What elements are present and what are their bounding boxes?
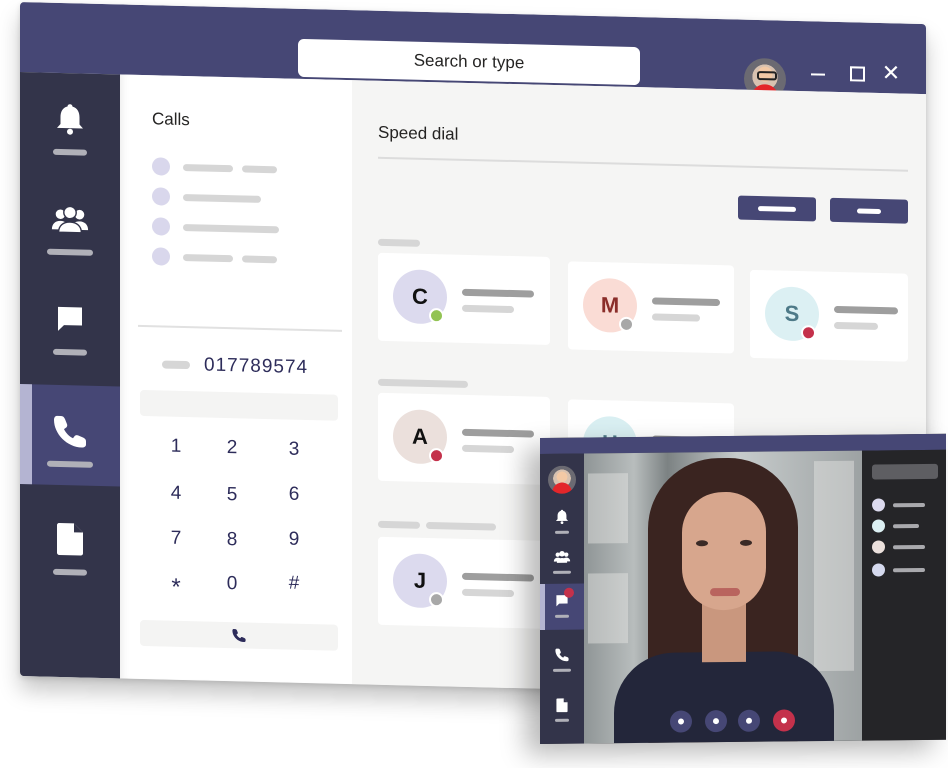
video-feed <box>584 450 862 744</box>
file-icon <box>553 696 571 714</box>
recent-call-item[interactable] <box>152 217 288 238</box>
user-avatar[interactable] <box>548 465 576 494</box>
calls-panel: Calls 017789574 1 2 3 4 5 6 7 8 9 * 0 # <box>120 74 352 685</box>
dialed-number: 017789574 <box>204 354 309 379</box>
sidebar-item-teams[interactable] <box>20 172 120 274</box>
speed-dial-card[interactable]: S <box>750 269 908 362</box>
contact-avatar <box>152 157 170 176</box>
search-input[interactable]: Search or type <box>298 38 640 86</box>
dial-key[interactable]: 6 <box>274 483 314 506</box>
sidebar-item-teams[interactable] <box>540 540 584 586</box>
contact-avatar <box>152 187 170 206</box>
sidebar-item-chat[interactable] <box>540 583 584 630</box>
speed-dial-card[interactable]: A <box>378 392 550 485</box>
sidebar-item-label <box>53 568 87 576</box>
presence-busy-icon <box>429 447 444 464</box>
phone-icon <box>232 629 246 643</box>
notification-badge <box>564 587 574 598</box>
presence-busy-icon <box>801 325 816 341</box>
phone-icon <box>50 413 90 450</box>
calls-title: Calls <box>152 109 190 130</box>
dial-key[interactable]: 0 <box>212 573 252 596</box>
dial-display: 017789574 <box>162 353 308 379</box>
contact-avatar <box>152 247 170 266</box>
sidebar-item-files[interactable] <box>540 688 584 734</box>
dial-key[interactable]: 4 <box>156 482 196 505</box>
section-label <box>378 231 420 251</box>
divider <box>138 324 342 332</box>
roster-header <box>872 463 938 480</box>
share-button[interactable] <box>738 709 760 732</box>
sidebar-item-activity[interactable] <box>20 72 120 174</box>
speed-dial-card[interactable]: C <box>378 252 550 345</box>
recent-call-item[interactable] <box>152 187 270 208</box>
hang-up-button[interactable] <box>773 709 795 732</box>
speed-dial-title: Speed dial <box>378 122 459 144</box>
chat-icon <box>50 301 90 338</box>
participant-item[interactable] <box>872 563 925 577</box>
participant-item[interactable] <box>872 540 925 554</box>
action-button-primary[interactable] <box>738 195 816 222</box>
divider <box>378 156 908 172</box>
people-icon <box>553 548 571 566</box>
section-label <box>378 513 496 535</box>
contact-avatar <box>152 217 170 236</box>
file-icon <box>50 521 90 558</box>
dial-key[interactable]: 9 <box>274 528 314 551</box>
dial-key[interactable]: 5 <box>212 484 252 507</box>
close-icon: ✕ <box>881 61 901 87</box>
presence-offline-icon <box>619 316 634 333</box>
mic-toggle-button[interactable] <box>705 710 727 733</box>
minimize-button[interactable] <box>808 61 830 84</box>
dial-key[interactable]: 8 <box>212 529 252 552</box>
dial-input[interactable] <box>140 389 338 421</box>
presence-available-icon <box>429 307 444 324</box>
sidebar-item-label <box>47 248 93 256</box>
dial-key[interactable]: 1 <box>156 435 196 458</box>
sidebar-item-label <box>53 348 87 356</box>
presence-offline-icon <box>429 591 444 608</box>
bell-icon <box>553 508 571 526</box>
dial-key[interactable]: 7 <box>156 527 196 550</box>
participant-item[interactable] <box>872 498 925 512</box>
close-button[interactable]: ✕ <box>880 61 902 87</box>
video-call-window <box>540 433 946 744</box>
sidebar-item-files[interactable] <box>20 492 120 594</box>
call-button[interactable] <box>140 619 338 651</box>
camera-toggle-button[interactable] <box>670 710 692 733</box>
app-rail <box>20 72 120 679</box>
people-icon <box>50 201 90 238</box>
dial-key[interactable]: * <box>156 573 196 602</box>
speed-dial-card[interactable]: M <box>568 261 734 354</box>
recent-call-item[interactable] <box>152 247 286 268</box>
bell-icon <box>50 101 90 138</box>
participant-item[interactable] <box>872 519 919 533</box>
dial-key[interactable]: # <box>274 572 314 595</box>
dial-key[interactable]: 2 <box>212 437 252 460</box>
video-app-rail <box>540 453 584 744</box>
sidebar-item-label <box>47 460 93 468</box>
sidebar-item-calls[interactable] <box>20 384 120 487</box>
participants-panel <box>862 449 946 741</box>
phone-icon <box>553 646 571 664</box>
dial-key[interactable]: 3 <box>274 438 314 461</box>
recent-call-item[interactable] <box>152 157 286 178</box>
maximize-button[interactable] <box>846 62 868 85</box>
speed-dial-card[interactable]: J <box>378 536 550 629</box>
dial-pad: 1 2 3 4 5 6 7 8 9 * 0 # <box>156 435 328 601</box>
section-label <box>378 371 468 392</box>
sidebar-item-chat[interactable] <box>20 272 120 374</box>
sidebar-item-label <box>53 148 87 156</box>
action-button-secondary[interactable] <box>830 197 908 224</box>
sidebar-item-calls[interactable] <box>540 638 584 684</box>
